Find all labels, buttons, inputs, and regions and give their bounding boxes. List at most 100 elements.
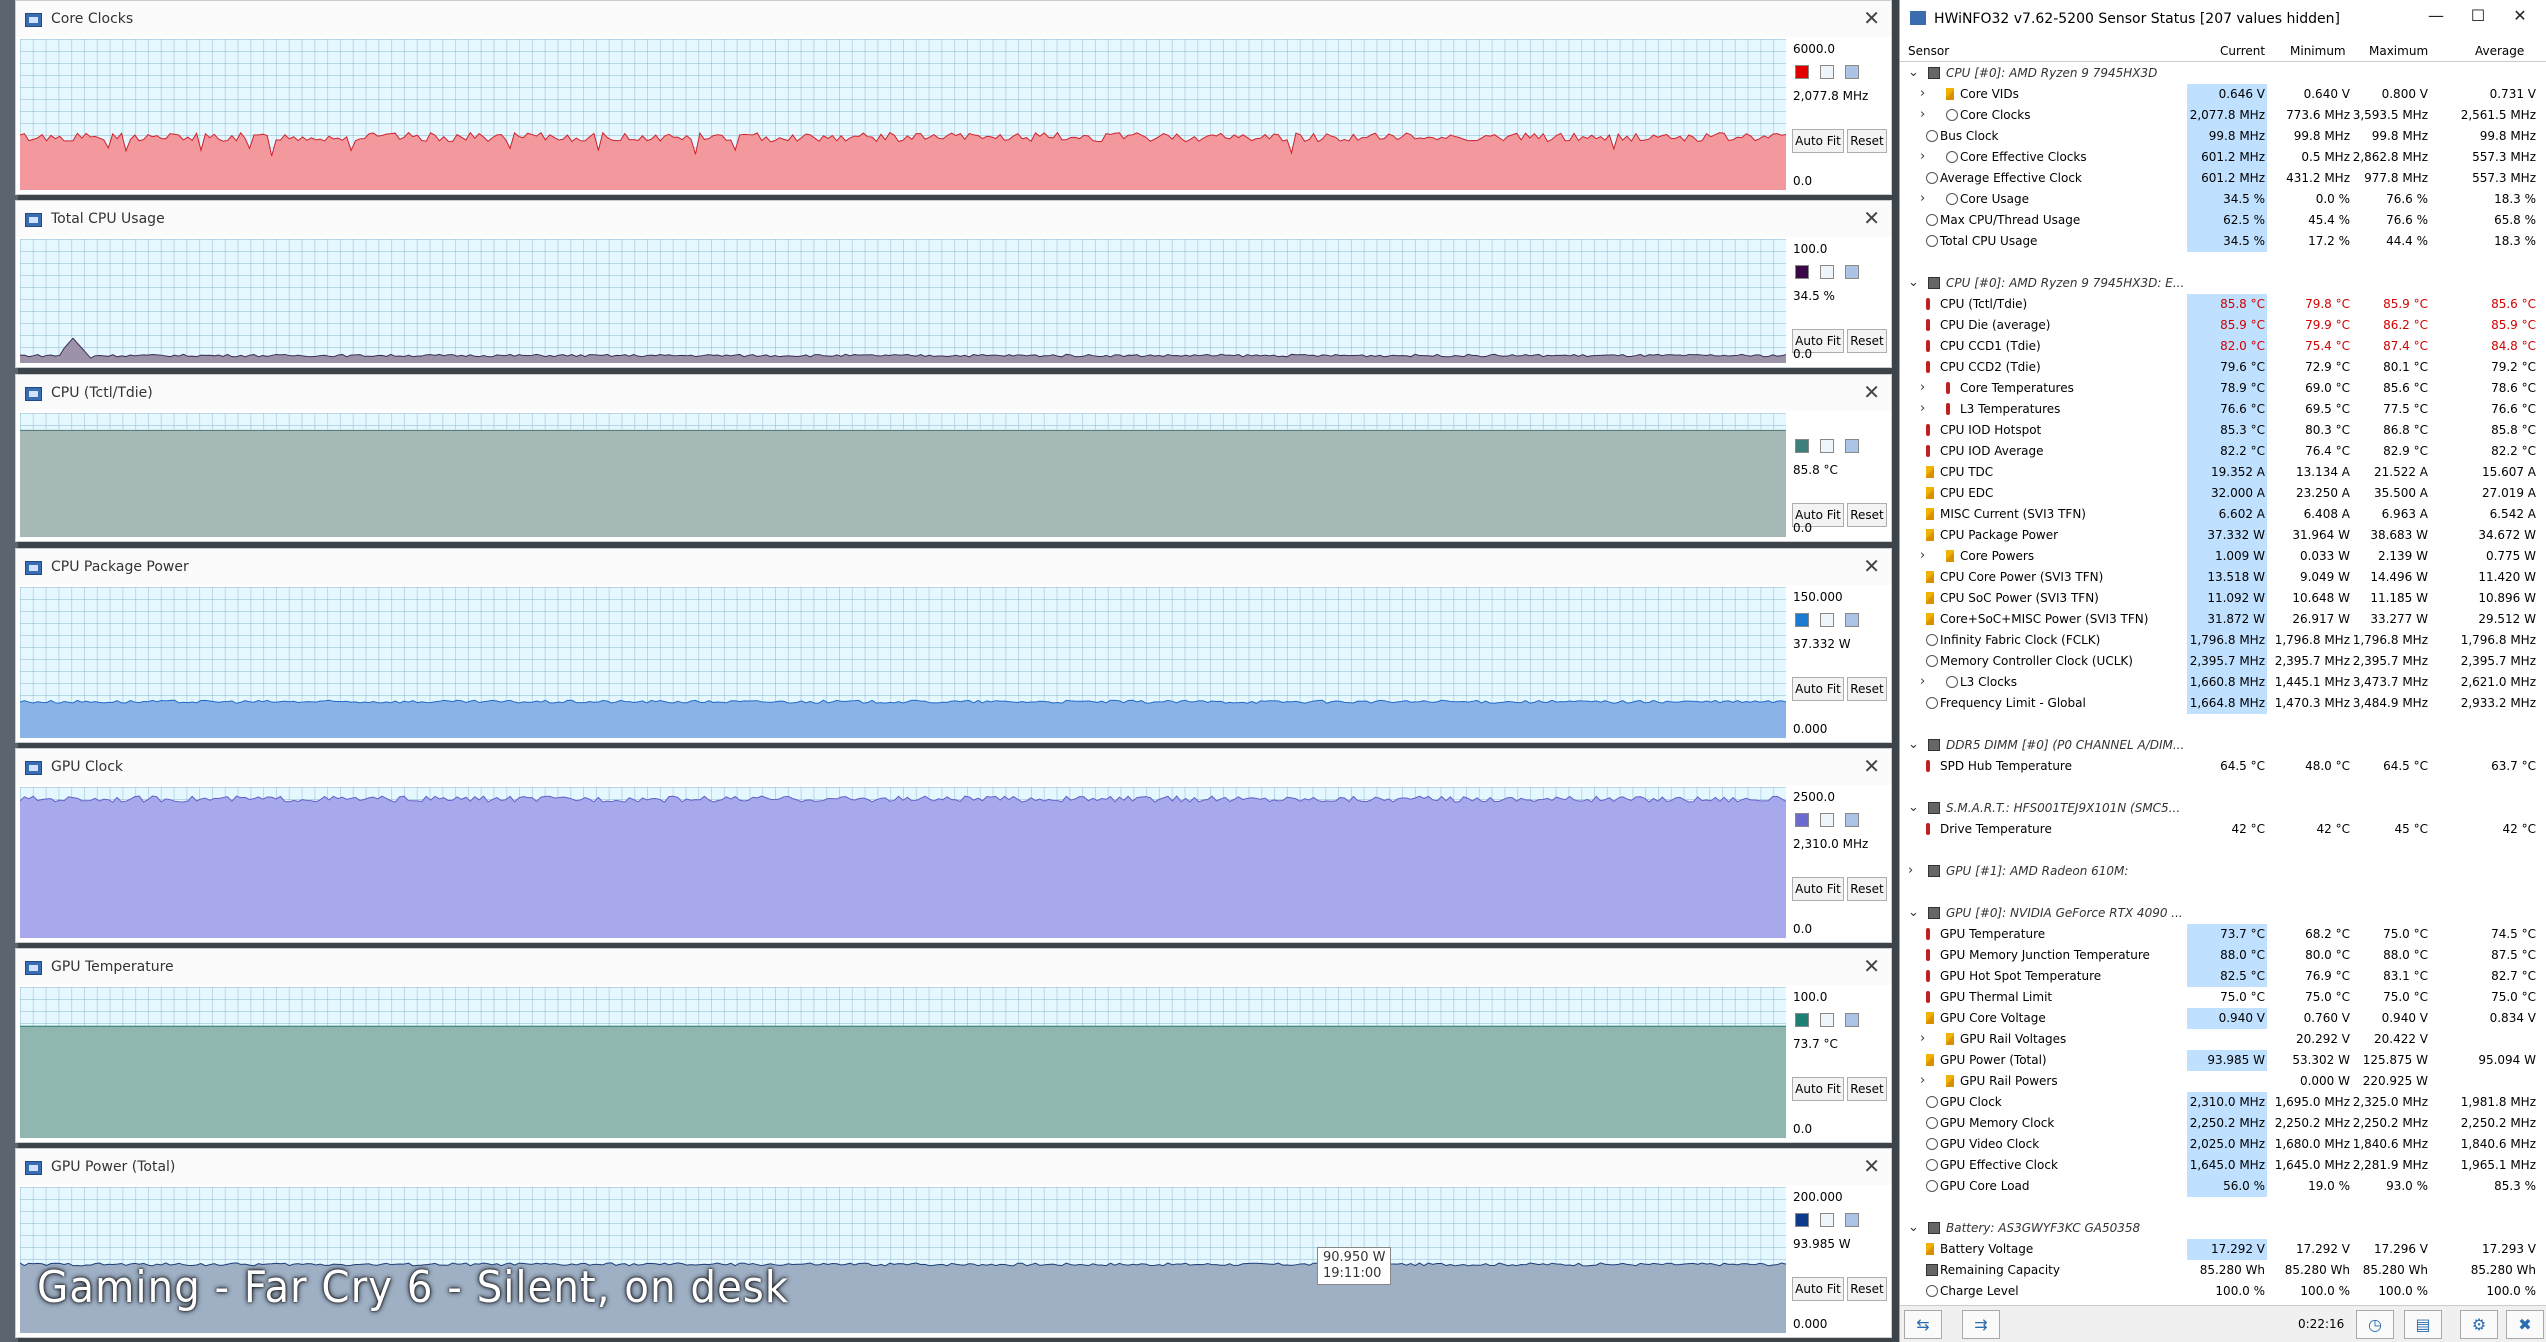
sensor-group[interactable]: › GPU [#1]: AMD Radeon 610M: <box>1900 861 2546 882</box>
background-color-swatch[interactable] <box>1820 65 1834 79</box>
series-color-swatch[interactable] <box>1795 1213 1809 1227</box>
chevron-right-icon[interactable]: › <box>1920 149 1925 164</box>
sensor-group[interactable]: ⌄ CPU [#0]: AMD Ryzen 9 7945HX3D: E... <box>1900 273 2546 294</box>
background-color-swatch[interactable] <box>1820 1213 1834 1227</box>
sensor-row[interactable]: GPU Power (Total) 93.985 W 53.302 W 125.… <box>1900 1050 2546 1071</box>
sensor-row[interactable]: › GPU Rail Voltages 20.292 V 20.422 V <box>1900 1029 2546 1050</box>
background-color-swatch[interactable] <box>1820 265 1834 279</box>
reset-button[interactable]: Reset <box>1847 677 1887 701</box>
sensor-row[interactable]: MISC Current (SVI3 TFN) 6.602 A 6.408 A … <box>1900 504 2546 525</box>
series-color-swatch[interactable] <box>1795 613 1809 627</box>
graph-window-3[interactable]: CPU Package Power ✕ 150.000 37.332 W Aut… <box>15 548 1892 743</box>
sensor-row[interactable]: GPU Memory Clock 2,250.2 MHz 2,250.2 MHz… <box>1900 1113 2546 1134</box>
sensor-group[interactable]: ⌄ CPU [#0]: AMD Ryzen 9 7945HX3D <box>1900 63 2546 84</box>
graph-titlebar[interactable]: CPU Package Power ✕ <box>16 549 1891 585</box>
clock-reset-icon[interactable]: ◷ <box>2356 1310 2394 1339</box>
chevron-right-icon[interactable]: › <box>1920 86 1925 101</box>
chevron-right-icon[interactable]: › <box>1920 548 1925 563</box>
chevron-down-icon[interactable]: ⌄ <box>1908 65 1919 80</box>
reset-button[interactable]: Reset <box>1847 503 1887 527</box>
sensor-row[interactable]: GPU Core Load 56.0 % 19.0 % 93.0 % 85.3 … <box>1900 1176 2546 1197</box>
chevron-down-icon[interactable]: ⌄ <box>1908 275 1919 290</box>
graph-titlebar[interactable]: CPU (Tctl/Tdie) ✕ <box>16 375 1891 411</box>
sensor-row[interactable]: GPU Memory Junction Temperature 88.0 °C … <box>1900 945 2546 966</box>
close-button[interactable]: ✕ <box>2500 6 2540 25</box>
report-icon[interactable]: ▤ <box>2404 1310 2442 1339</box>
auto-fit-button[interactable]: Auto Fit <box>1792 1077 1844 1101</box>
sensor-row[interactable]: › Core Powers 1.009 W 0.033 W 2.139 W 0.… <box>1900 546 2546 567</box>
sensor-row[interactable]: Average Effective Clock 601.2 MHz 431.2 … <box>1900 168 2546 189</box>
chevron-down-icon[interactable]: ⌄ <box>1908 905 1919 920</box>
column-current[interactable]: Current <box>2220 44 2265 58</box>
sensor-row[interactable]: CPU IOD Hotspot 85.3 °C 80.3 °C 86.8 °C … <box>1900 420 2546 441</box>
sensor-group[interactable]: ⌄ S.M.A.R.T.: HFS001TEJ9X101N (SMC5... <box>1900 798 2546 819</box>
close-sensors-icon[interactable]: ✖ <box>2506 1310 2544 1339</box>
fill-color-swatch[interactable] <box>1845 1213 1859 1227</box>
chevron-down-icon[interactable]: ⌄ <box>1908 800 1919 815</box>
sensor-row[interactable]: › Core Temperatures 78.9 °C 69.0 °C 85.6… <box>1900 378 2546 399</box>
reset-button[interactable]: Reset <box>1847 329 1887 353</box>
auto-fit-button[interactable]: Auto Fit <box>1792 1277 1844 1301</box>
graph-window-0[interactable]: Core Clocks ✕ 6000.0 2,077.8 MHz Auto Fi… <box>15 0 1892 195</box>
sensor-row[interactable]: Remaining Capacity 85.280 Wh 85.280 Wh 8… <box>1900 1260 2546 1281</box>
sensor-row[interactable]: CPU SoC Power (SVI3 TFN) 11.092 W 10.648… <box>1900 588 2546 609</box>
chevron-right-icon[interactable]: › <box>1920 1031 1925 1046</box>
background-color-swatch[interactable] <box>1820 613 1834 627</box>
chevron-right-icon[interactable]: › <box>1920 1073 1925 1088</box>
chevron-right-icon[interactable]: › <box>1920 401 1925 416</box>
graph-window-1[interactable]: Total CPU Usage ✕ 100.0 34.5 % Auto Fit … <box>15 200 1892 368</box>
fill-color-swatch[interactable] <box>1845 613 1859 627</box>
chevron-down-icon[interactable]: ⌄ <box>1908 737 1919 752</box>
sensor-row[interactable]: GPU Clock 2,310.0 MHz 1,695.0 MHz 2,325.… <box>1900 1092 2546 1113</box>
graph-titlebar[interactable]: Total CPU Usage ✕ <box>16 201 1891 237</box>
minimize-button[interactable]: — <box>2416 6 2456 25</box>
series-color-swatch[interactable] <box>1795 265 1809 279</box>
sensor-row[interactable]: › Core VIDs 0.646 V 0.640 V 0.800 V 0.73… <box>1900 84 2546 105</box>
close-icon[interactable]: ✕ <box>1863 954 1880 978</box>
sensor-row[interactable]: GPU Effective Clock 1,645.0 MHz 1,645.0 … <box>1900 1155 2546 1176</box>
sensor-row[interactable]: CPU IOD Average 82.2 °C 76.4 °C 82.9 °C … <box>1900 441 2546 462</box>
sensor-row[interactable]: Battery Voltage 17.292 V 17.292 V 17.296… <box>1900 1239 2546 1260</box>
sensor-row[interactable]: GPU Video Clock 2,025.0 MHz 1,680.0 MHz … <box>1900 1134 2546 1155</box>
series-color-swatch[interactable] <box>1795 65 1809 79</box>
sensor-row[interactable]: CPU Package Power 37.332 W 31.964 W 38.6… <box>1900 525 2546 546</box>
reset-button[interactable]: Reset <box>1847 129 1887 153</box>
sensor-row[interactable]: Charge Level 100.0 % 100.0 % 100.0 % 100… <box>1900 1281 2546 1302</box>
chevron-right-icon[interactable]: › <box>1920 380 1925 395</box>
background-color-swatch[interactable] <box>1820 813 1834 827</box>
auto-fit-button[interactable]: Auto Fit <box>1792 677 1844 701</box>
sensor-row[interactable]: Core+SoC+MISC Power (SVI3 TFN) 31.872 W … <box>1900 609 2546 630</box>
sensor-row[interactable]: CPU (Tctl/Tdie) 85.8 °C 79.8 °C 85.9 °C … <box>1900 294 2546 315</box>
close-icon[interactable]: ✕ <box>1863 1154 1880 1178</box>
sensor-row[interactable]: › Core Usage 34.5 % 0.0 % 76.6 % 18.3 % <box>1900 189 2546 210</box>
sensor-row[interactable]: › Core Clocks 2,077.8 MHz 773.6 MHz 3,59… <box>1900 105 2546 126</box>
navigate-arrows-icon[interactable]: ⇉ <box>1962 1310 2000 1339</box>
background-color-swatch[interactable] <box>1820 1013 1834 1027</box>
sensor-row[interactable]: GPU Core Voltage 0.940 V 0.760 V 0.940 V… <box>1900 1008 2546 1029</box>
series-color-swatch[interactable] <box>1795 439 1809 453</box>
auto-fit-button[interactable]: Auto Fit <box>1792 877 1844 901</box>
sensor-row[interactable]: › GPU Rail Powers 0.000 W 220.925 W <box>1900 1071 2546 1092</box>
reset-button[interactable]: Reset <box>1847 1277 1887 1301</box>
navigate-left-right-icon[interactable]: ⇆ <box>1904 1310 1942 1339</box>
close-icon[interactable]: ✕ <box>1863 554 1880 578</box>
sensor-row[interactable]: CPU Die (average) 85.9 °C 79.9 °C 86.2 °… <box>1900 315 2546 336</box>
graph-window-5[interactable]: GPU Temperature ✕ 100.0 73.7 °C Auto Fit… <box>15 948 1892 1143</box>
sensor-group[interactable]: ⌄ DDR5 DIMM [#0] (P0 CHANNEL A/DIM... <box>1900 735 2546 756</box>
sensor-row[interactable]: GPU Hot Spot Temperature 82.5 °C 76.9 °C… <box>1900 966 2546 987</box>
sensor-row[interactable]: Bus Clock 99.8 MHz 99.8 MHz 99.8 MHz 99.… <box>1900 126 2546 147</box>
fill-color-swatch[interactable] <box>1845 439 1859 453</box>
sensor-row[interactable]: Frequency Limit - Global 1,664.8 MHz 1,4… <box>1900 693 2546 714</box>
sensor-row[interactable]: Total CPU Usage 34.5 % 17.2 % 44.4 % 18.… <box>1900 231 2546 252</box>
graph-titlebar[interactable]: GPU Temperature ✕ <box>16 949 1891 985</box>
fill-color-swatch[interactable] <box>1845 265 1859 279</box>
sensor-row[interactable]: Infinity Fabric Clock (FCLK) 1,796.8 MHz… <box>1900 630 2546 651</box>
sensor-row[interactable]: CPU CCD1 (Tdie) 82.0 °C 75.4 °C 87.4 °C … <box>1900 336 2546 357</box>
sensor-row[interactable]: CPU TDC 19.352 A 13.134 A 21.522 A 15.60… <box>1900 462 2546 483</box>
maximize-button[interactable]: ☐ <box>2458 6 2498 25</box>
column-average[interactable]: Average <box>2475 44 2524 58</box>
chevron-right-icon[interactable]: › <box>1920 191 1925 206</box>
sensor-row[interactable]: GPU Temperature 73.7 °C 68.2 °C 75.0 °C … <box>1900 924 2546 945</box>
sensor-row[interactable]: CPU CCD2 (Tdie) 79.6 °C 72.9 °C 80.1 °C … <box>1900 357 2546 378</box>
chevron-right-icon[interactable]: › <box>1908 863 1913 878</box>
